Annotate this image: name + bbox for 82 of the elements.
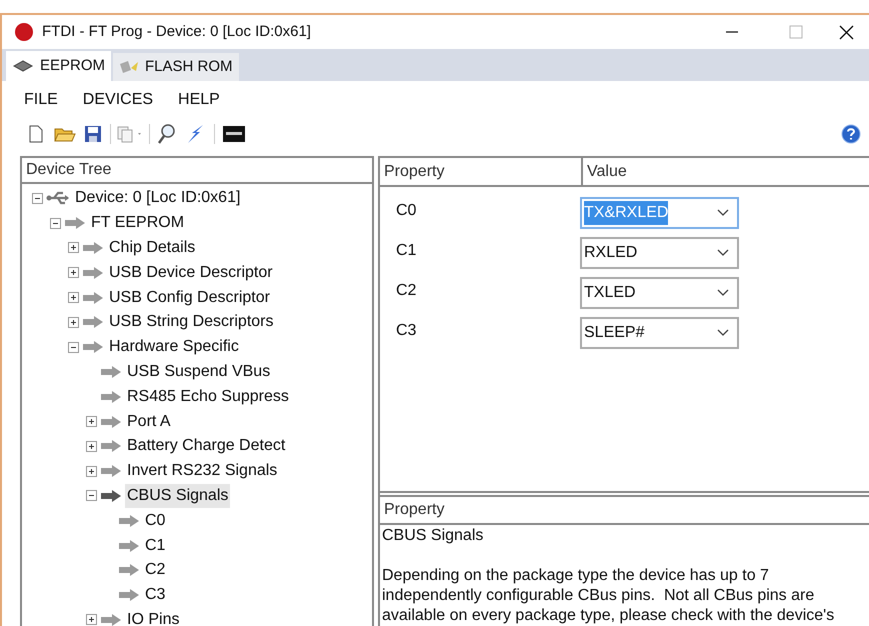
expander-icon[interactable] — [86, 614, 97, 626]
tab[interactable]: FLASH ROM — [113, 53, 239, 81]
column-header: Property — [380, 158, 583, 185]
column-header: Value — [586, 162, 627, 182]
tree-item[interactable]: RS485 Echo Suppress — [125, 384, 291, 409]
tree-item[interactable]: IO Pins — [125, 608, 182, 626]
expander-icon[interactable] — [32, 192, 43, 204]
save-icon[interactable] — [84, 125, 102, 143]
tree-item[interactable]: Port A — [125, 410, 173, 434]
arrow-icon — [82, 315, 104, 330]
menu-item[interactable]: HELP — [174, 88, 224, 112]
arrow-icon — [100, 612, 122, 626]
arrow-icon — [118, 514, 140, 528]
tree-item[interactable]: CBUS Signals — [125, 484, 230, 508]
usb-icon — [46, 190, 70, 206]
arrow-icon — [82, 290, 104, 305]
panel-header: Property — [380, 495, 869, 525]
maximize-icon — [789, 25, 803, 39]
tree-item[interactable]: Chip Details — [107, 236, 198, 260]
lightning-icon[interactable] — [186, 124, 206, 144]
arrow-icon — [118, 588, 140, 602]
close-icon — [838, 24, 854, 40]
menu-item[interactable]: DEVICES — [78, 88, 158, 112]
value-dropdown[interactable]: RXLED — [580, 237, 739, 269]
description-title: CBUS Signals — [381, 526, 484, 546]
help-icon[interactable] — [841, 124, 861, 144]
expander-icon[interactable] — [86, 416, 97, 428]
tree-item[interactable]: Device: 0 [Loc ID:0x61] — [73, 186, 242, 210]
flash-memory-icon — [119, 60, 140, 74]
tree-item[interactable]: USB String Descriptors — [107, 310, 276, 334]
window-title: FTDI - FT Prog - Device: 0 [Loc ID:0x61] — [42, 22, 311, 42]
arrow-icon — [100, 488, 122, 503]
tree-item[interactable]: C0 — [143, 508, 168, 533]
arrow-icon — [82, 340, 104, 354]
arrow-icon — [82, 266, 104, 280]
chevron-down-icon — [717, 209, 729, 217]
search-icon[interactable] — [158, 124, 176, 144]
app-icon — [14, 22, 34, 42]
property-label: C1 — [395, 241, 418, 261]
chip-icon — [12, 59, 34, 73]
tree-item[interactable]: Invert RS232 Signals — [125, 459, 280, 484]
arrow-icon — [82, 240, 104, 255]
arrow-icon — [64, 216, 86, 230]
expander-icon[interactable] — [50, 218, 61, 229]
panel-header: Device Tree — [22, 158, 372, 184]
expander-icon[interactable] — [86, 440, 97, 452]
expander-icon[interactable] — [86, 490, 97, 502]
tab[interactable]: EEPROM — [6, 51, 112, 81]
expander-icon[interactable] — [68, 267, 79, 278]
expander-icon[interactable] — [68, 316, 79, 328]
tree-item[interactable]: C2 — [143, 558, 168, 582]
arrow-icon — [100, 439, 122, 454]
tree-item[interactable]: Battery Charge Detect — [125, 434, 288, 458]
property-label: C0 — [395, 201, 418, 221]
property-label: C3 — [395, 321, 418, 341]
chevron-down-icon — [717, 329, 729, 337]
menu-item[interactable]: FILE — [20, 88, 62, 112]
new-file-icon[interactable] — [28, 125, 44, 143]
value-dropdown[interactable]: TXLED — [580, 277, 739, 309]
tree-item[interactable]: C1 — [143, 534, 168, 558]
expander-icon[interactable] — [86, 466, 97, 477]
tree-item[interactable]: USB Device Descriptor — [107, 260, 275, 285]
description-text: Depending on the package type the device has up to 7 independently configurable CBus pins. Not all CBus pins are available on every package type, please check with the device's — [381, 566, 836, 626]
expander-icon[interactable] — [68, 292, 79, 304]
arrow-icon — [100, 464, 122, 478]
arrow-icon — [118, 563, 140, 578]
chevron-down-icon — [717, 289, 729, 297]
tree-item[interactable]: USB Suspend VBus — [125, 360, 272, 384]
arrow-icon — [100, 390, 122, 404]
expander-icon[interactable] — [68, 242, 79, 254]
tree-item[interactable]: Hardware Specific — [107, 335, 241, 360]
arrow-icon — [118, 538, 140, 553]
tree-item[interactable]: C3 — [143, 583, 168, 608]
arrow-icon — [100, 364, 122, 379]
arrow-icon — [100, 414, 122, 429]
expander-icon[interactable] — [68, 342, 79, 353]
console-icon[interactable] — [223, 126, 245, 142]
tree-item[interactable]: FT EEPROM — [89, 211, 186, 236]
property-label: C2 — [395, 281, 418, 301]
tree-item[interactable]: USB Config Descriptor — [107, 286, 272, 310]
chevron-down-icon — [717, 249, 729, 257]
value-dropdown[interactable]: SLEEP# — [580, 317, 739, 349]
